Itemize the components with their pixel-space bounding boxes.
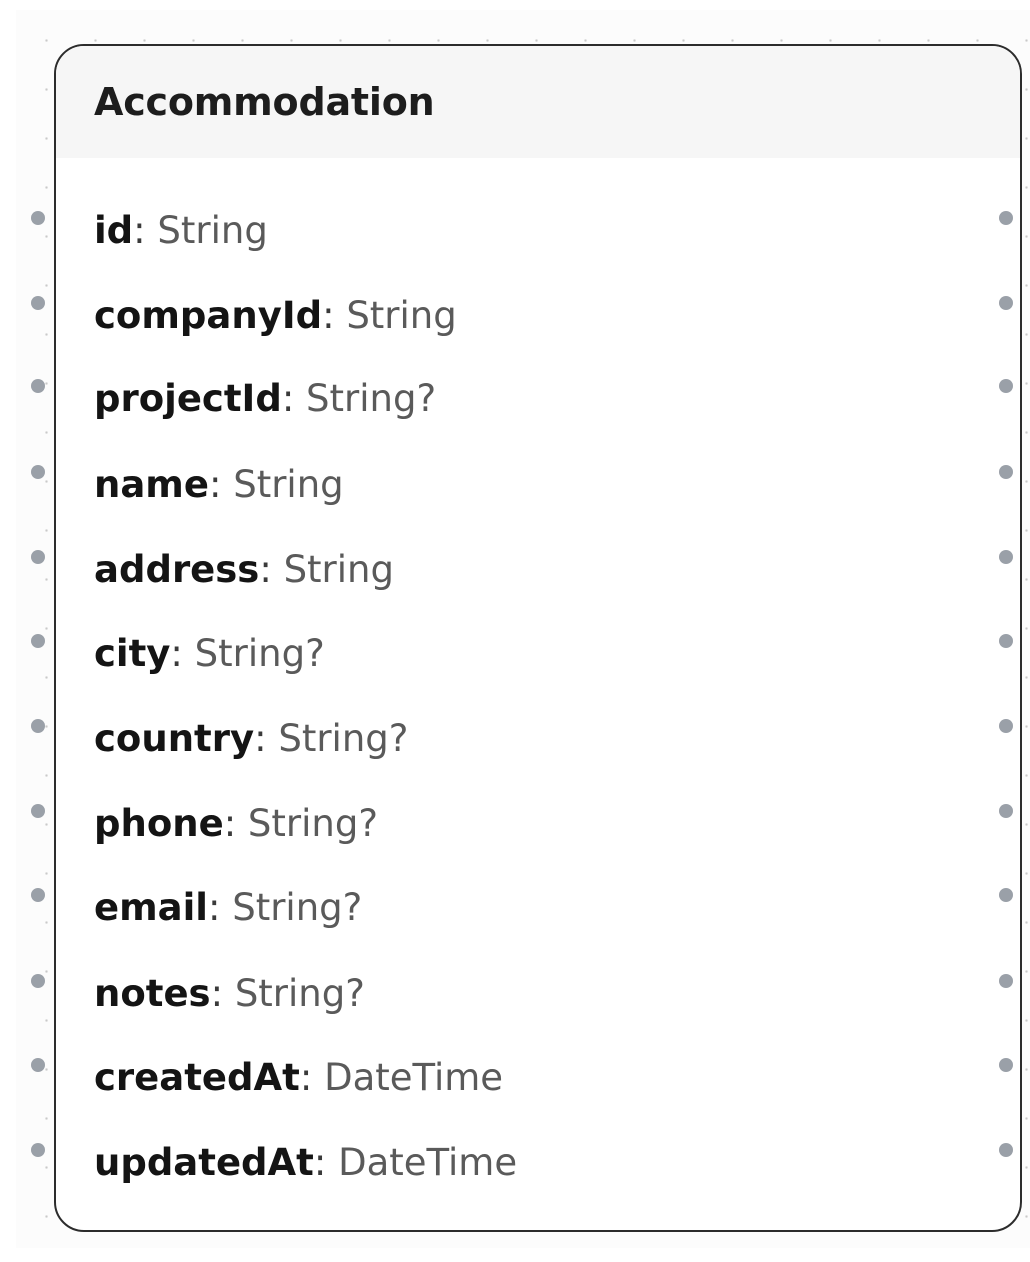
- field-text: country: String?: [94, 720, 408, 757]
- model-card[interactable]: Accommodation id: String companyId: Stri…: [54, 44, 1022, 1232]
- field-name: id: [94, 208, 134, 252]
- field-separator: :: [254, 716, 279, 760]
- right-connection-handle[interactable]: [999, 296, 1013, 310]
- field-type: String: [346, 293, 457, 337]
- field-separator: :: [133, 208, 158, 252]
- field-name: notes: [94, 971, 211, 1015]
- field-name: phone: [94, 801, 224, 845]
- field-row[interactable]: projectId: String?: [56, 368, 1020, 428]
- diagram-canvas[interactable]: Accommodation id: String companyId: Stri…: [16, 10, 1030, 1248]
- left-connection-handle[interactable]: [31, 550, 45, 564]
- model-title: Accommodation: [94, 80, 435, 124]
- field-text: updatedAt: DateTime: [94, 1144, 517, 1181]
- field-name: name: [94, 462, 209, 506]
- field-text: name: String: [94, 466, 344, 503]
- field-separator: :: [207, 885, 233, 929]
- field-type: String: [157, 208, 268, 252]
- left-connection-handle[interactable]: [31, 1058, 45, 1072]
- field-text: createdAt: DateTime: [94, 1059, 503, 1096]
- field-text: notes: String?: [94, 975, 365, 1012]
- right-connection-handle[interactable]: [999, 379, 1013, 393]
- field-row[interactable]: address: String: [56, 539, 1020, 599]
- left-connection-handle[interactable]: [31, 804, 45, 818]
- field-row[interactable]: createdAt: DateTime: [56, 1047, 1020, 1107]
- right-connection-handle[interactable]: [999, 465, 1013, 479]
- left-connection-handle[interactable]: [31, 211, 45, 225]
- field-separator: :: [281, 376, 307, 420]
- field-name: country: [94, 716, 255, 760]
- field-type: String?: [278, 716, 409, 760]
- field-type: String?: [194, 631, 325, 675]
- left-connection-handle[interactable]: [31, 888, 45, 902]
- field-name: address: [94, 547, 260, 591]
- field-row[interactable]: phone: String?: [56, 793, 1020, 853]
- left-connection-handle[interactable]: [31, 296, 45, 310]
- field-text: phone: String?: [94, 805, 378, 842]
- right-connection-handle[interactable]: [999, 888, 1013, 902]
- field-name: projectId: [94, 376, 282, 420]
- left-connection-handle[interactable]: [31, 1143, 45, 1157]
- field-row[interactable]: country: String?: [56, 708, 1020, 768]
- right-connection-handle[interactable]: [999, 1143, 1013, 1157]
- field-name: createdAt: [94, 1055, 300, 1099]
- field-separator: :: [208, 462, 234, 506]
- field-type: String: [283, 547, 394, 591]
- field-row[interactable]: updatedAt: DateTime: [56, 1132, 1020, 1192]
- field-name: email: [94, 885, 208, 929]
- field-row[interactable]: city: String?: [56, 623, 1020, 683]
- field-row[interactable]: id: String: [56, 200, 1020, 260]
- field-type: String?: [247, 801, 378, 845]
- right-connection-handle[interactable]: [999, 550, 1013, 564]
- field-type: DateTime: [338, 1140, 518, 1184]
- right-connection-handle[interactable]: [999, 804, 1013, 818]
- left-connection-handle[interactable]: [31, 379, 45, 393]
- right-connection-handle[interactable]: [999, 211, 1013, 225]
- field-text: address: String: [94, 551, 394, 588]
- field-separator: :: [170, 631, 195, 675]
- field-text: email: String?: [94, 889, 362, 926]
- right-connection-handle[interactable]: [999, 719, 1013, 733]
- field-type: String?: [234, 971, 365, 1015]
- field-text: companyId: String: [94, 297, 457, 334]
- left-connection-handle[interactable]: [31, 719, 45, 733]
- field-row[interactable]: companyId: String: [56, 285, 1020, 345]
- field-text: projectId: String?: [94, 380, 436, 417]
- left-connection-handle[interactable]: [31, 634, 45, 648]
- right-connection-handle[interactable]: [999, 634, 1013, 648]
- field-row[interactable]: notes: String?: [56, 963, 1020, 1023]
- field-type: DateTime: [324, 1055, 504, 1099]
- field-name: companyId: [94, 293, 323, 337]
- left-connection-handle[interactable]: [31, 974, 45, 988]
- left-connection-handle[interactable]: [31, 465, 45, 479]
- field-separator: :: [210, 971, 235, 1015]
- field-type: String?: [232, 885, 363, 929]
- right-connection-handle[interactable]: [999, 1058, 1013, 1072]
- field-separator: :: [299, 1055, 325, 1099]
- field-type: String?: [306, 376, 437, 420]
- field-row[interactable]: email: String?: [56, 877, 1020, 937]
- field-name: updatedAt: [94, 1140, 314, 1184]
- field-separator: :: [313, 1140, 339, 1184]
- field-row[interactable]: name: String: [56, 454, 1020, 514]
- model-card-header[interactable]: Accommodation: [56, 46, 1020, 158]
- field-separator: :: [259, 547, 284, 591]
- field-separator: :: [322, 293, 347, 337]
- field-separator: :: [223, 801, 248, 845]
- field-text: id: String: [94, 212, 268, 249]
- field-text: city: String?: [94, 635, 325, 672]
- right-connection-handle[interactable]: [999, 974, 1013, 988]
- field-type: String: [233, 462, 344, 506]
- field-name: city: [94, 631, 171, 675]
